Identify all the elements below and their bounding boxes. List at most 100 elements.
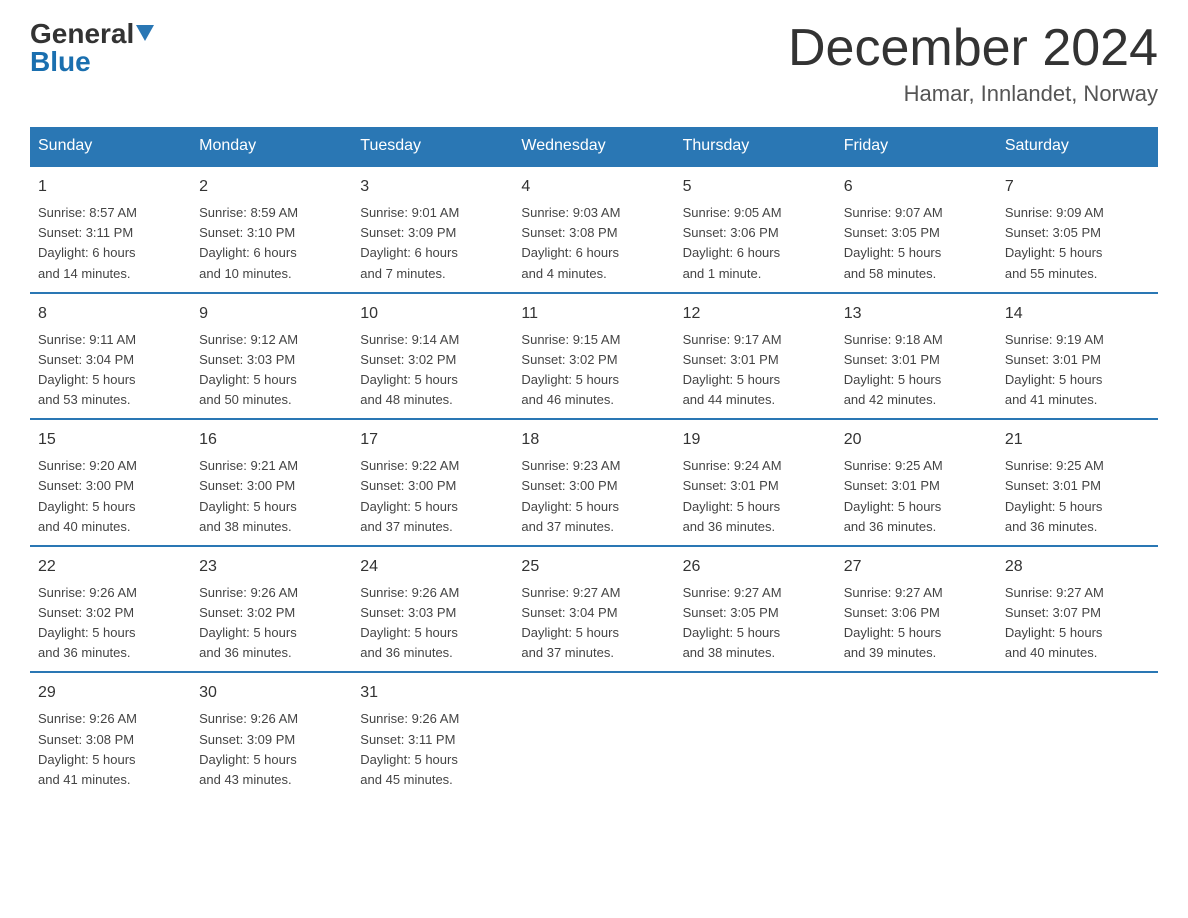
- day-info: Sunrise: 9:24 AM Sunset: 3:01 PM Dayligh…: [683, 456, 828, 537]
- day-number: 3: [360, 175, 505, 199]
- logo-blue-text: Blue: [30, 46, 91, 77]
- table-row: 18Sunrise: 9:23 AM Sunset: 3:00 PM Dayli…: [513, 419, 674, 546]
- day-info: Sunrise: 8:59 AM Sunset: 3:10 PM Dayligh…: [199, 203, 344, 284]
- table-row: 1Sunrise: 8:57 AM Sunset: 3:11 PM Daylig…: [30, 166, 191, 293]
- table-row: 13 Sunrise: 9:18 AM Sunset: 3:01 PM Dayli…: [836, 293, 997, 420]
- day-number: 26: [683, 555, 828, 579]
- weekday-header-row: Sunday Monday Tuesday Wednesday Thursday…: [30, 127, 1158, 166]
- calendar-title: December 2024: [788, 20, 1158, 77]
- day-info: Sunrise: 9:23 AM Sunset: 3:00 PM Dayligh…: [521, 456, 666, 537]
- day-number: 20: [844, 428, 989, 452]
- table-row: [675, 672, 836, 798]
- day-info: Sunrise: 9:27 AM Sunset: 3:06 PM Dayligh…: [844, 583, 989, 664]
- day-number: 31: [360, 681, 505, 705]
- table-row: 16 Sunrise: 9:21 AM Sunset: 3:00 PM Dayli…: [191, 419, 352, 546]
- day-info: Sunrise: 8:57 AM Sunset: 3:11 PM Dayligh…: [38, 203, 183, 284]
- table-row: 14Sunrise: 9:19 AM Sunset: 3:01 PM Dayli…: [997, 293, 1158, 420]
- table-row: 31 Sunrise: 9:26 AM Sunset: 3:11 PM Dayli…: [352, 672, 513, 798]
- table-row: 24 Sunrise: 9:26 AM Sunset: 3:03 PM Dayli…: [352, 546, 513, 673]
- logo-general-text: General: [30, 20, 134, 48]
- day-info: Sunrise: 9:27 AM Sunset: 3:07 PM Dayligh…: [1005, 583, 1150, 664]
- day-number: 5: [683, 175, 828, 199]
- table-row: 20Sunrise: 9:25 AM Sunset: 3:01 PM Dayli…: [836, 419, 997, 546]
- table-row: [836, 672, 997, 798]
- day-info: Sunrise: 9:17 AM Sunset: 3:01 PM Dayligh…: [683, 330, 828, 411]
- day-number: 11: [521, 302, 666, 326]
- table-row: 5 Sunrise: 9:05 AM Sunset: 3:06 PM Daylig…: [675, 166, 836, 293]
- table-row: 11 Sunrise: 9:15 AM Sunset: 3:02 PM Dayli…: [513, 293, 674, 420]
- table-row: 2 Sunrise: 8:59 AM Sunset: 3:10 PM Daylig…: [191, 166, 352, 293]
- logo: General Blue: [30, 20, 154, 76]
- day-number: 25: [521, 555, 666, 579]
- header-saturday: Saturday: [997, 127, 1158, 166]
- day-info: Sunrise: 9:26 AM Sunset: 3:02 PM Dayligh…: [38, 583, 183, 664]
- day-info: Sunrise: 9:12 AM Sunset: 3:03 PM Dayligh…: [199, 330, 344, 411]
- table-row: 17 Sunrise: 9:22 AM Sunset: 3:00 PM Dayli…: [352, 419, 513, 546]
- day-number: 15: [38, 428, 183, 452]
- day-info: Sunrise: 9:26 AM Sunset: 3:02 PM Dayligh…: [199, 583, 344, 664]
- table-row: 3Sunrise: 9:01 AM Sunset: 3:09 PM Daylig…: [352, 166, 513, 293]
- table-row: 10 Sunrise: 9:14 AM Sunset: 3:02 PM Dayli…: [352, 293, 513, 420]
- day-number: 19: [683, 428, 828, 452]
- day-number: 24: [360, 555, 505, 579]
- calendar-week-row: 1Sunrise: 8:57 AM Sunset: 3:11 PM Daylig…: [30, 166, 1158, 293]
- day-number: 16: [199, 428, 344, 452]
- day-number: 30: [199, 681, 344, 705]
- title-block: December 2024 Hamar, Innlandet, Norway: [788, 20, 1158, 107]
- logo-triangle-icon: [136, 25, 154, 46]
- day-number: 10: [360, 302, 505, 326]
- day-number: 14: [1005, 302, 1150, 326]
- day-number: 27: [844, 555, 989, 579]
- page-header: General Blue December 2024 Hamar, Innlan…: [30, 20, 1158, 107]
- header-wednesday: Wednesday: [513, 127, 674, 166]
- day-number: 17: [360, 428, 505, 452]
- day-number: 2: [199, 175, 344, 199]
- table-row: [997, 672, 1158, 798]
- table-row: 28 Sunrise: 9:27 AM Sunset: 3:07 PM Dayli…: [997, 546, 1158, 673]
- day-info: Sunrise: 9:26 AM Sunset: 3:08 PM Dayligh…: [38, 709, 183, 790]
- day-info: Sunrise: 9:14 AM Sunset: 3:02 PM Dayligh…: [360, 330, 505, 411]
- day-number: 29: [38, 681, 183, 705]
- day-number: 13: [844, 302, 989, 326]
- table-row: 25 Sunrise: 9:27 AM Sunset: 3:04 PM Dayli…: [513, 546, 674, 673]
- day-info: Sunrise: 9:25 AM Sunset: 3:01 PM Dayligh…: [1005, 456, 1150, 537]
- day-number: 9: [199, 302, 344, 326]
- day-info: Sunrise: 9:26 AM Sunset: 3:11 PM Dayligh…: [360, 709, 505, 790]
- day-info: Sunrise: 9:21 AM Sunset: 3:00 PM Dayligh…: [199, 456, 344, 537]
- header-thursday: Thursday: [675, 127, 836, 166]
- calendar-week-row: 29 Sunrise: 9:26 AM Sunset: 3:08 PM Dayli…: [30, 672, 1158, 798]
- day-info: Sunrise: 9:15 AM Sunset: 3:02 PM Dayligh…: [521, 330, 666, 411]
- day-info: Sunrise: 9:07 AM Sunset: 3:05 PM Dayligh…: [844, 203, 989, 284]
- table-row: [513, 672, 674, 798]
- table-row: 22Sunrise: 9:26 AM Sunset: 3:02 PM Dayli…: [30, 546, 191, 673]
- header-monday: Monday: [191, 127, 352, 166]
- day-number: 21: [1005, 428, 1150, 452]
- day-info: Sunrise: 9:26 AM Sunset: 3:03 PM Dayligh…: [360, 583, 505, 664]
- table-row: 29 Sunrise: 9:26 AM Sunset: 3:08 PM Dayli…: [30, 672, 191, 798]
- day-number: 8: [38, 302, 183, 326]
- day-number: 23: [199, 555, 344, 579]
- table-row: 12 Sunrise: 9:17 AM Sunset: 3:01 PM Dayli…: [675, 293, 836, 420]
- table-row: 23 Sunrise: 9:26 AM Sunset: 3:02 PM Dayli…: [191, 546, 352, 673]
- table-row: 9 Sunrise: 9:12 AM Sunset: 3:03 PM Daylig…: [191, 293, 352, 420]
- table-row: 15 Sunrise: 9:20 AM Sunset: 3:00 PM Dayli…: [30, 419, 191, 546]
- header-friday: Friday: [836, 127, 997, 166]
- day-info: Sunrise: 9:27 AM Sunset: 3:04 PM Dayligh…: [521, 583, 666, 664]
- day-number: 12: [683, 302, 828, 326]
- table-row: 4Sunrise: 9:03 AM Sunset: 3:08 PM Daylig…: [513, 166, 674, 293]
- day-number: 28: [1005, 555, 1150, 579]
- table-row: 30 Sunrise: 9:26 AM Sunset: 3:09 PM Dayli…: [191, 672, 352, 798]
- calendar-week-row: 22Sunrise: 9:26 AM Sunset: 3:02 PM Dayli…: [30, 546, 1158, 673]
- day-info: Sunrise: 9:20 AM Sunset: 3:00 PM Dayligh…: [38, 456, 183, 537]
- day-info: Sunrise: 9:26 AM Sunset: 3:09 PM Dayligh…: [199, 709, 344, 790]
- day-info: Sunrise: 9:11 AM Sunset: 3:04 PM Dayligh…: [38, 330, 183, 411]
- day-info: Sunrise: 9:05 AM Sunset: 3:06 PM Dayligh…: [683, 203, 828, 284]
- day-info: Sunrise: 9:09 AM Sunset: 3:05 PM Dayligh…: [1005, 203, 1150, 284]
- day-number: 6: [844, 175, 989, 199]
- table-row: 6 Sunrise: 9:07 AM Sunset: 3:05 PM Daylig…: [836, 166, 997, 293]
- table-row: 21 Sunrise: 9:25 AM Sunset: 3:01 PM Dayli…: [997, 419, 1158, 546]
- day-info: Sunrise: 9:22 AM Sunset: 3:00 PM Dayligh…: [360, 456, 505, 537]
- table-row: 26Sunrise: 9:27 AM Sunset: 3:05 PM Dayli…: [675, 546, 836, 673]
- table-row: 8 Sunrise: 9:11 AM Sunset: 3:04 PM Daylig…: [30, 293, 191, 420]
- day-info: Sunrise: 9:18 AM Sunset: 3:01 PM Dayligh…: [844, 330, 989, 411]
